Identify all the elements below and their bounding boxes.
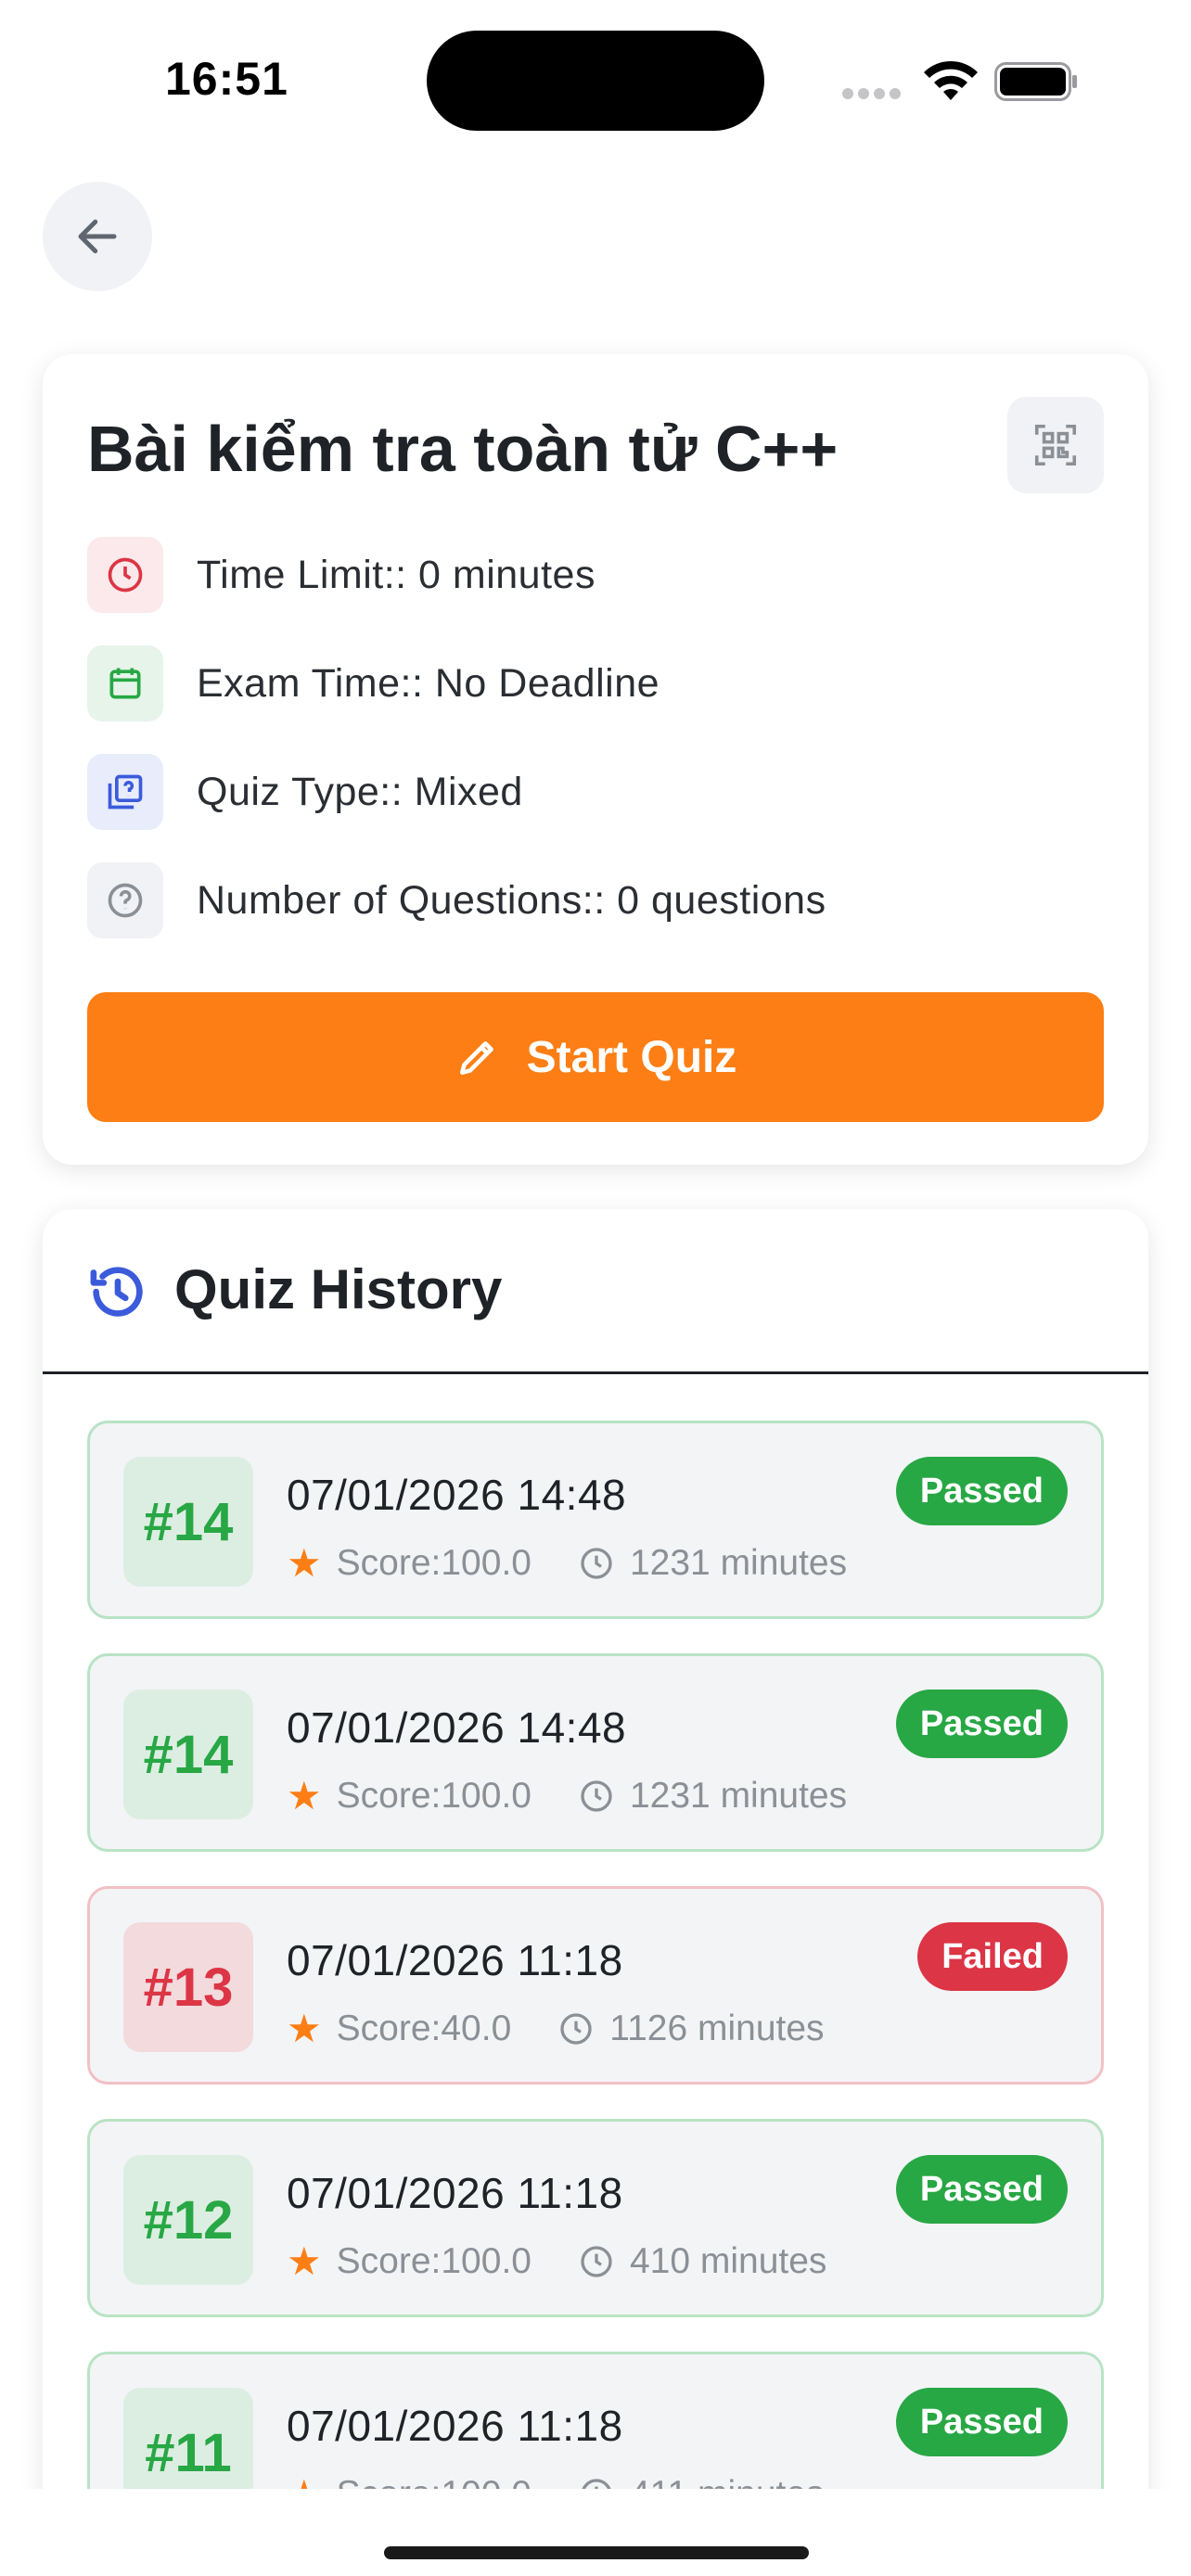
attempt-meta: ★ Score:100.0 1231 minutes — [287, 1540, 847, 1586]
status-badge: Passed — [895, 2388, 1068, 2456]
start-quiz-label: Start Quiz — [526, 1032, 737, 1082]
attempt-duration: 410 minutes — [629, 2240, 827, 2281]
clock-icon — [87, 537, 163, 613]
bottom-safe-area — [0, 2489, 1191, 2576]
attempt-date: 07/01/2026 11:18 — [287, 1936, 623, 1984]
attempt-duration: 1231 minutes — [629, 1542, 848, 1583]
back-button[interactable] — [43, 182, 152, 291]
info-time-limit: Time Limit:: 0 minutes — [87, 536, 596, 614]
history-item[interactable]: #12 07/01/2026 11:18 ★ Score:100.0 410 m… — [87, 2119, 1104, 2317]
attempt-date: 07/01/2026 14:48 — [287, 1703, 627, 1752]
attempt-date: 07/01/2026 11:18 — [287, 2169, 623, 2217]
star-icon: ★ — [287, 1774, 322, 1817]
info-exam-time: Exam Time:: No Deadline — [87, 644, 660, 722]
info-question-count: Number of Questions:: 0 questions — [87, 861, 826, 939]
clock-icon — [578, 2243, 615, 2280]
attempt-meta: ★ Score:100.0 1231 minutes — [287, 1773, 847, 1818]
attempt-meta: ★ Score:40.0 1126 minutes — [287, 2006, 825, 2051]
attempt-date: 07/01/2026 14:48 — [287, 1471, 627, 1519]
clock-icon — [578, 1545, 615, 1582]
star-icon: ★ — [287, 2007, 322, 2050]
status-badge: Passed — [895, 1457, 1068, 1525]
calendar-icon — [87, 645, 163, 721]
question-count-text: Number of Questions:: 0 questions — [197, 877, 826, 923]
history-item[interactable]: #13 07/01/2026 11:18 ★ Score:40.0 1126 m… — [87, 1886, 1104, 2085]
star-icon: ★ — [287, 2239, 322, 2283]
attempt-meta: ★ Score:100.0 410 minutes — [287, 2238, 826, 2284]
home-indicator[interactable] — [384, 2546, 809, 2559]
signal-icon — [842, 87, 907, 99]
attempt-duration: 1231 minutes — [629, 1775, 848, 1816]
clock-icon — [578, 1778, 615, 1815]
status-time: 16:51 — [165, 53, 288, 105]
quiz-history-card: Quiz History #14 07/01/2026 14:48 ★ Scor… — [43, 1209, 1148, 2576]
star-icon: ★ — [287, 1541, 322, 1585]
status-badge: Failed — [917, 1922, 1068, 1991]
start-quiz-button[interactable]: Start Quiz — [87, 992, 1104, 1122]
history-header: Quiz History — [43, 1209, 1148, 1374]
wifi-icon — [924, 60, 978, 100]
dynamic-island — [427, 31, 764, 131]
status-badge: Passed — [895, 1690, 1068, 1758]
attempt-score: Score:100.0 — [336, 2240, 531, 2281]
attempt-number: #12 — [123, 2155, 253, 2285]
history-title: Quiz History — [174, 1258, 503, 1320]
quiz-type-icon — [87, 754, 163, 830]
quiz-info-card: Bài kiểm tra toàn tử C++ Time Limit:: 0 … — [43, 354, 1148, 1165]
qr-code-button[interactable] — [1007, 397, 1104, 493]
attempt-number: #14 — [123, 1457, 253, 1587]
quiz-type-text: Quiz Type:: Mixed — [197, 769, 523, 814]
battery-icon — [994, 62, 1077, 101]
attempt-score: Score:40.0 — [336, 2008, 512, 2048]
status-bar: 16:51 — [0, 0, 1191, 139]
attempt-date: 07/01/2026 11:18 — [287, 2402, 623, 2450]
info-quiz-type: Quiz Type:: Mixed — [87, 753, 523, 831]
attempt-score: Score:100.0 — [336, 1775, 531, 1816]
exam-time-text: Exam Time:: No Deadline — [197, 660, 660, 706]
history-icon — [90, 1267, 143, 1317]
attempt-number: #14 — [123, 1690, 253, 1819]
quiz-detail-screen: 16:51 Bài kiểm tra toàn tử C++ Time Limi… — [0, 0, 1191, 2576]
history-item[interactable]: #14 07/01/2026 14:48 ★ Score:100.0 1231 … — [87, 1653, 1104, 1852]
time-limit-text: Time Limit:: 0 minutes — [197, 552, 596, 597]
arrow-left-icon — [78, 219, 117, 254]
pencil-icon — [459, 1041, 493, 1075]
status-badge: Passed — [895, 2155, 1068, 2224]
question-icon — [87, 862, 163, 938]
history-item[interactable]: #14 07/01/2026 14:48 ★ Score:100.0 1231 … — [87, 1421, 1104, 1619]
clock-icon — [557, 2010, 595, 2047]
qr-code-icon — [1034, 424, 1077, 466]
attempt-duration: 1126 minutes — [609, 2008, 825, 2048]
attempt-number: #13 — [123, 1922, 253, 2052]
attempt-score: Score:100.0 — [336, 1542, 531, 1583]
quiz-title: Bài kiểm tra toàn tử C++ — [87, 413, 839, 485]
